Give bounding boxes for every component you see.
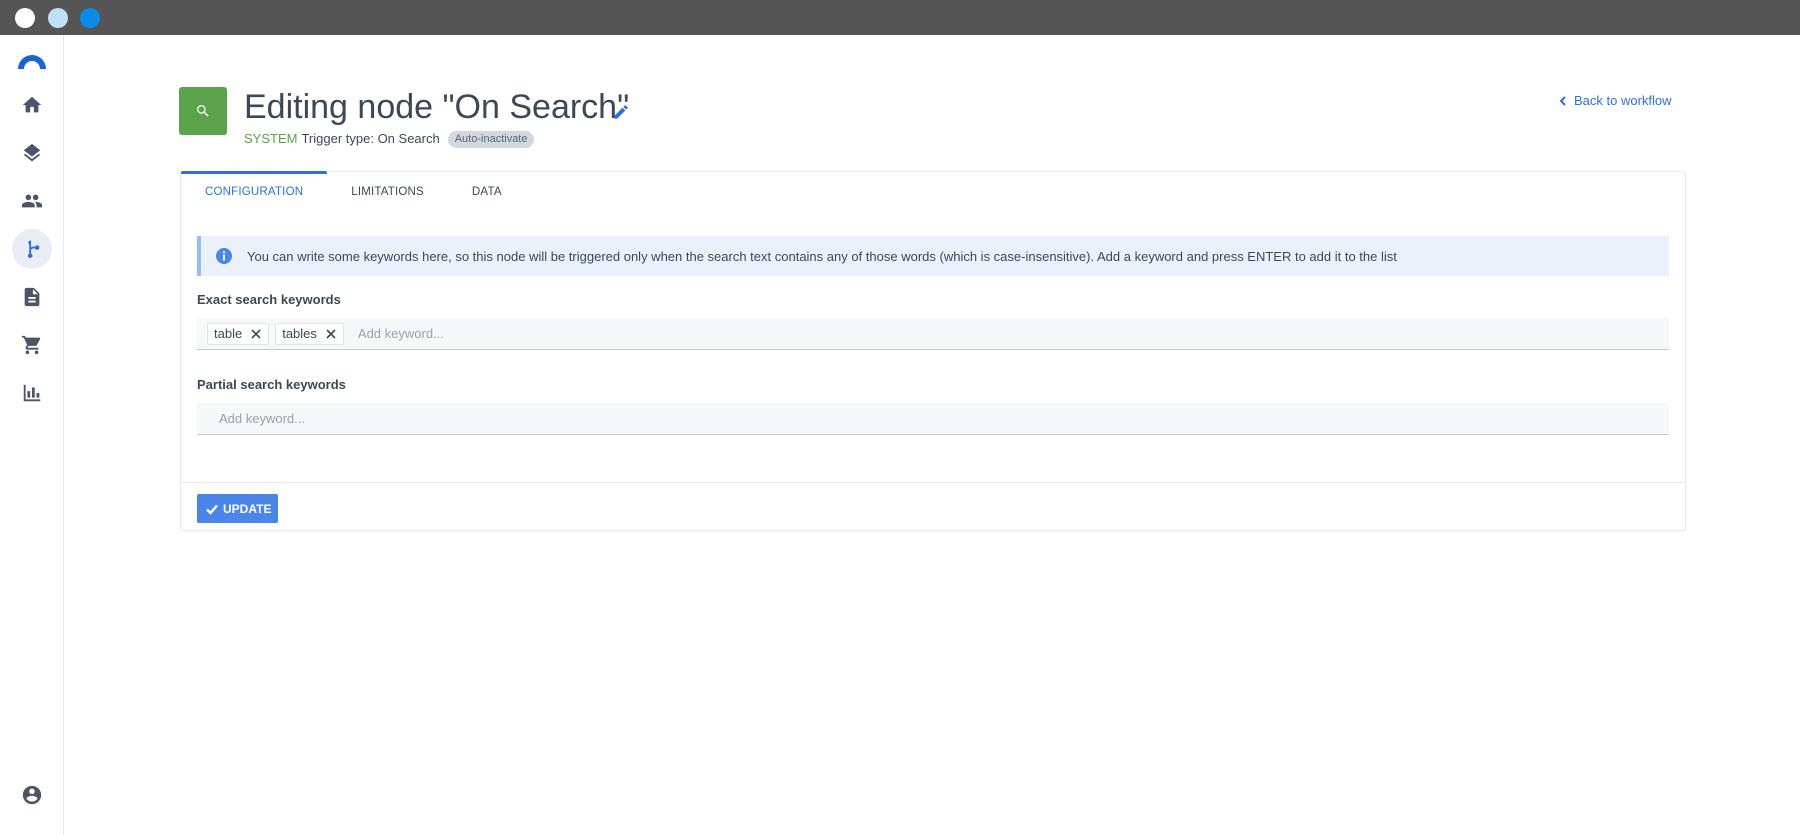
bar-chart-icon	[23, 384, 41, 402]
exact-keywords-input[interactable]: table tables	[197, 318, 1669, 350]
info-icon	[215, 247, 233, 265]
back-link-label: Back to workflow	[1574, 93, 1672, 108]
close-icon	[251, 328, 261, 339]
back-to-workflow-link[interactable]: Back to workflow	[1558, 93, 1672, 108]
card-footer: UPDATE	[181, 482, 1685, 530]
trigger-type-label: Trigger type: On Search	[301, 131, 440, 146]
people-icon	[21, 194, 43, 208]
node-subtitle: SYSTEM Trigger type: On Search Auto-inac…	[244, 130, 535, 148]
keyword-chip: tables	[275, 322, 344, 345]
sidebar-item-users[interactable]	[12, 181, 52, 221]
workflow-icon	[27, 240, 40, 258]
home-icon	[22, 96, 42, 113]
tab-configuration[interactable]: CONFIGURATION	[181, 171, 328, 212]
system-label: SYSTEM	[244, 131, 298, 146]
sidebar-item-documents[interactable]	[12, 277, 52, 317]
remove-chip-button[interactable]	[325, 328, 337, 340]
sidebar-item-analytics[interactable]	[12, 373, 52, 413]
check-icon	[206, 504, 218, 515]
remove-chip-button[interactable]	[250, 328, 262, 340]
main-content: Editing node "On Search" SYSTEM Trigger …	[64, 35, 1800, 835]
chevron-left-icon	[1559, 95, 1566, 106]
exact-keywords-label: Exact search keywords	[197, 292, 341, 307]
window-titlebar	[0, 0, 1800, 35]
keyword-chip-label: tables	[282, 326, 317, 341]
layers-icon	[23, 143, 41, 162]
keyword-chip: table	[207, 322, 270, 345]
page-title: Editing node "On Search"	[244, 88, 630, 126]
pencil-icon	[614, 105, 628, 119]
node-type-badge	[179, 87, 227, 135]
sidebar-item-workflows[interactable]	[12, 229, 52, 269]
window-maximize-button[interactable]	[80, 8, 100, 28]
info-alert: You can write some keywords here, so thi…	[197, 236, 1669, 276]
window-minimize-button[interactable]	[48, 8, 68, 28]
status-badge: Auto-inactivate	[447, 130, 535, 148]
tab-limitations[interactable]: LIMITATIONS	[327, 172, 448, 212]
search-icon	[197, 105, 209, 117]
window-close-button[interactable]	[15, 8, 35, 28]
sidebar-item-layers[interactable]	[12, 133, 52, 173]
sidebar-item-home[interactable]	[12, 85, 52, 125]
partial-keyword-text-input[interactable]	[219, 411, 619, 426]
tab-data[interactable]: DATA	[448, 172, 526, 212]
app-logo-icon[interactable]	[16, 53, 48, 71]
edit-title-button[interactable]	[612, 103, 630, 121]
node-config-card: CONFIGURATION LIMITATIONS DATA You can w…	[180, 171, 1686, 531]
exact-keyword-text-input[interactable]	[357, 326, 758, 341]
partial-keywords-input[interactable]	[197, 403, 1669, 435]
update-button[interactable]: UPDATE	[197, 494, 279, 523]
update-button-label: UPDATE	[223, 501, 272, 516]
sidebar-item-account[interactable]	[12, 775, 52, 815]
keyword-chip-label: table	[214, 326, 243, 341]
info-text: You can write some keywords here, so thi…	[247, 248, 1397, 264]
sidebar	[0, 35, 64, 835]
account-circle-icon	[22, 785, 42, 805]
cart-icon	[21, 335, 41, 355]
close-icon	[326, 328, 336, 339]
tab-bar: CONFIGURATION LIMITATIONS DATA	[181, 171, 526, 212]
partial-keywords-label: Partial search keywords	[197, 377, 346, 392]
sidebar-item-shop[interactable]	[12, 325, 52, 365]
document-icon	[24, 287, 40, 307]
